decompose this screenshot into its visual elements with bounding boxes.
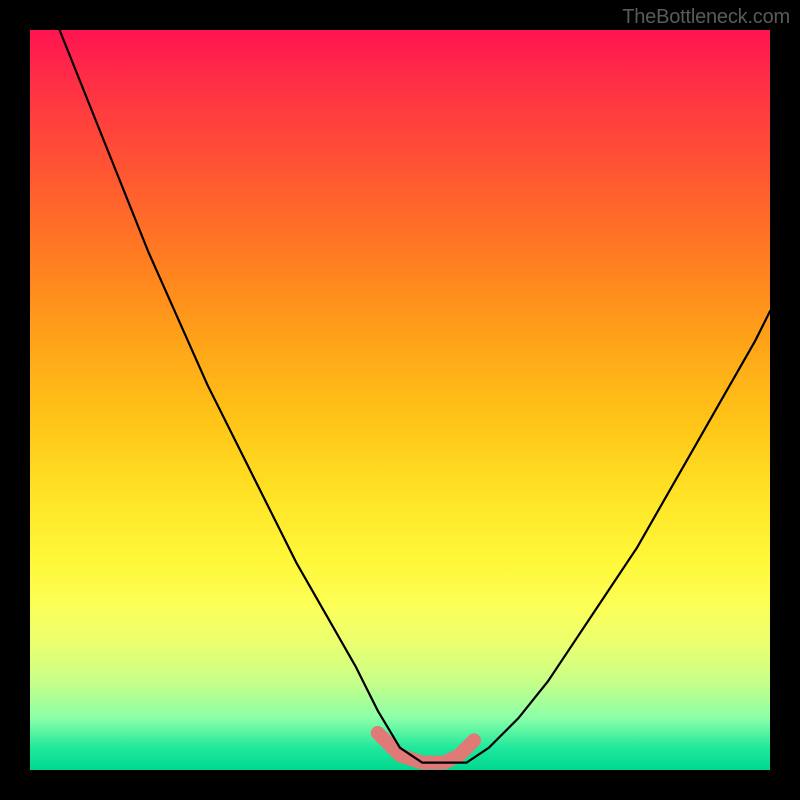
plot-area: [30, 30, 770, 770]
chart-frame: TheBottleneck.com: [0, 0, 800, 800]
bottleneck-curve: [60, 30, 770, 763]
valley-marker: [378, 733, 474, 763]
watermark-text: TheBottleneck.com: [622, 6, 790, 29]
chart-svg: [30, 30, 770, 770]
